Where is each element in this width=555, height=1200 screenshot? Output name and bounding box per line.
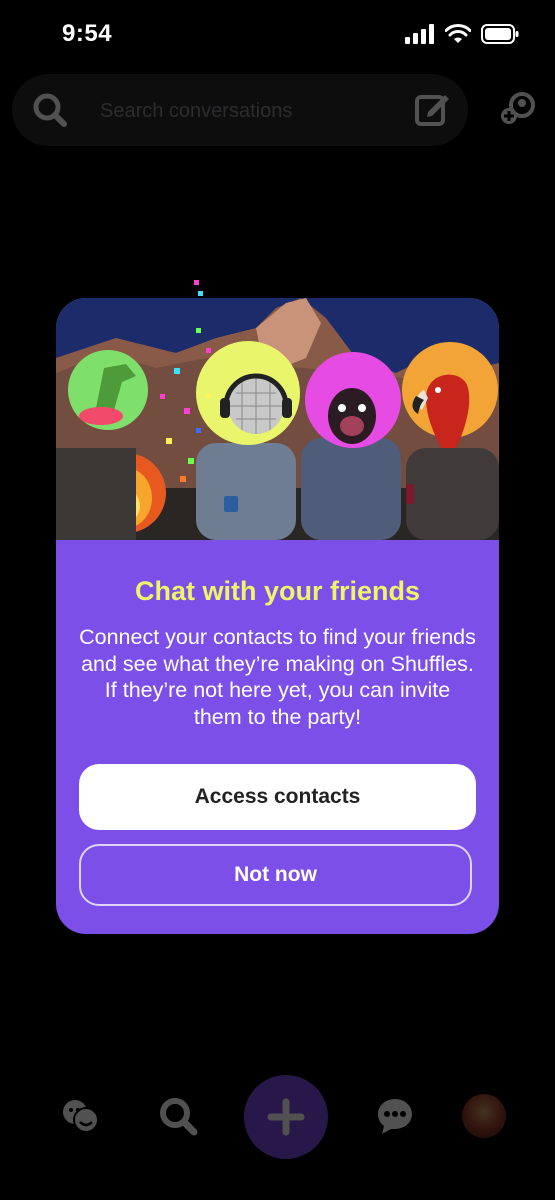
create-button[interactable] — [244, 1075, 328, 1159]
status-time: 9:54 — [62, 20, 113, 47]
plus-icon — [267, 1098, 305, 1136]
status-icons — [405, 24, 519, 44]
profile-avatar[interactable] — [462, 1094, 506, 1138]
app-screen: 9:54 Search conversations Chat with your… — [0, 0, 555, 1200]
battery-icon — [481, 24, 519, 44]
search-nav-icon[interactable] — [158, 1096, 198, 1136]
messages-icon[interactable] — [376, 1096, 414, 1136]
wifi-icon — [445, 24, 471, 43]
status-bar: 9:54 — [0, 0, 555, 70]
add-contact-icon[interactable] — [500, 92, 538, 126]
hero-illustration — [56, 298, 499, 540]
friends-icon[interactable] — [60, 1096, 100, 1136]
cellular-signal-icon — [405, 24, 434, 44]
contacts-permission-modal: Chat with your friends Connect your cont… — [56, 298, 499, 934]
bottom-nav — [0, 1070, 555, 1170]
not-now-button[interactable]: Not now — [79, 844, 472, 906]
search-bar[interactable] — [12, 74, 468, 146]
search-icon — [33, 93, 67, 127]
search-input[interactable] — [98, 94, 402, 128]
access-contacts-button[interactable]: Access contacts — [79, 764, 476, 830]
modal-description: Connect your contacts to find your frien… — [79, 625, 476, 729]
hero-image — [56, 298, 499, 540]
compose-icon[interactable] — [414, 90, 450, 128]
modal-title: Chat with your friends — [134, 576, 421, 606]
